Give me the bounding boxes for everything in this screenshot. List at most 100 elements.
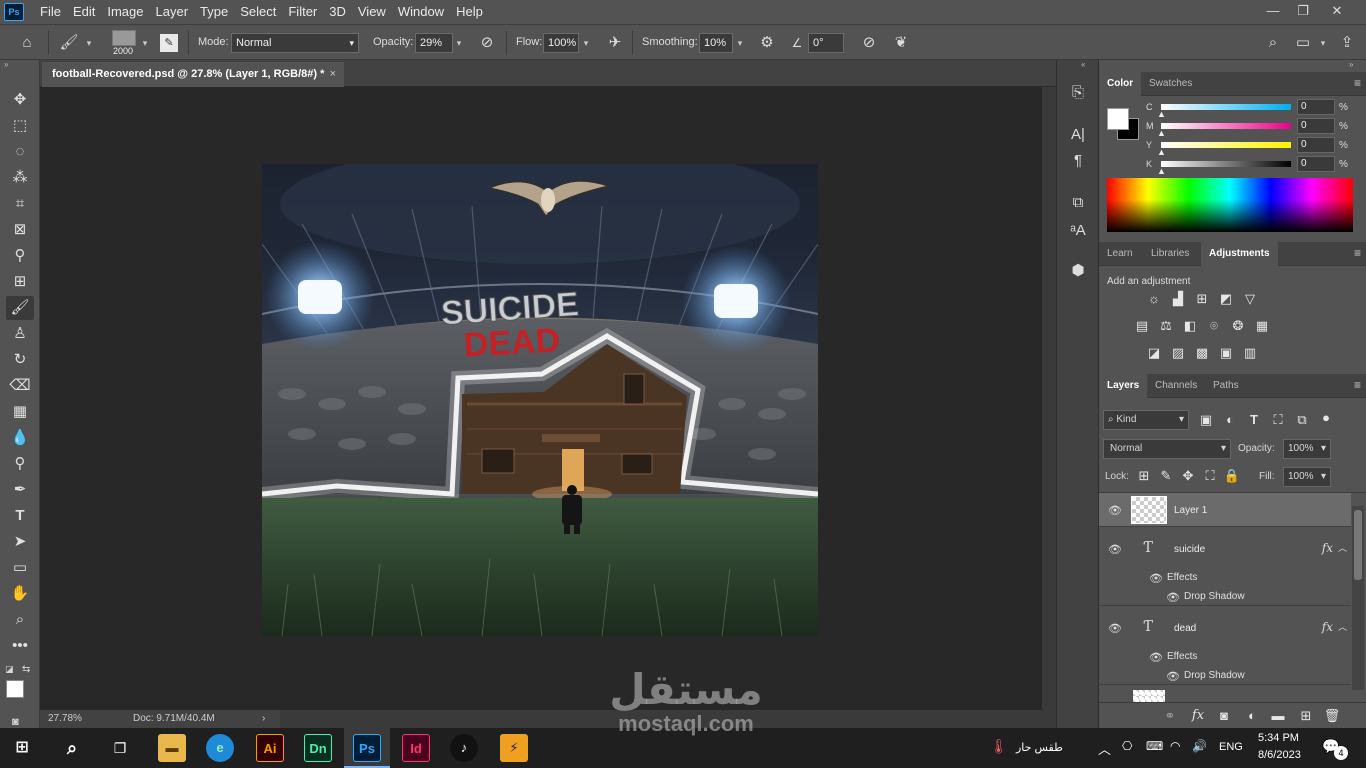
quick-select-tool-icon[interactable]: ⁂ xyxy=(6,166,34,190)
tab-learn[interactable]: Learn xyxy=(1099,242,1141,266)
lock-all-icon[interactable]: 🔒 xyxy=(1223,468,1241,484)
color-lookup-icon[interactable]: ▦ xyxy=(1253,318,1271,334)
character-panel-icon[interactable]: A| xyxy=(1066,124,1090,146)
slider-knob[interactable]: ▲ xyxy=(1157,166,1166,176)
type-tool-icon[interactable]: T xyxy=(6,504,34,528)
add-mask-icon[interactable]: ◙ xyxy=(1215,708,1233,724)
opacity-input[interactable]: 29% xyxy=(415,33,453,53)
brush-tip-preview[interactable] xyxy=(112,30,136,46)
volume-icon[interactable]: 🔊 xyxy=(1192,739,1207,753)
default-colors-icon[interactable]: ◪ xyxy=(5,664,14,675)
stamp-tool-icon[interactable]: ♙ xyxy=(6,322,34,346)
zoom-tool-icon[interactable]: ⌕ xyxy=(6,608,34,632)
healing-tool-icon[interactable]: ⊞ xyxy=(6,270,34,294)
blur-tool-icon[interactable]: 💧 xyxy=(6,426,34,450)
tab-paths[interactable]: Paths xyxy=(1205,374,1247,398)
task-view-icon[interactable]: ❐ xyxy=(106,734,134,762)
channel-value-y[interactable]: 0 xyxy=(1297,137,1335,153)
menu-select[interactable]: Select xyxy=(234,0,282,24)
opacity-dropdown[interactable]: ▾ xyxy=(452,33,466,53)
indesign-icon[interactable]: Id xyxy=(402,734,430,762)
angle-input[interactable]: 0° xyxy=(808,33,844,53)
document-canvas[interactable]: SUICIDE DEAD xyxy=(262,164,818,636)
selective-color-icon[interactable]: ▣ xyxy=(1217,345,1235,361)
visibility-eye-icon[interactable]: 👁 xyxy=(1166,591,1180,604)
hue-saturation-icon[interactable]: ▤ xyxy=(1133,318,1151,334)
layer-opacity-input[interactable]: 100% ▾ xyxy=(1283,439,1331,459)
chevron-up-icon[interactable]: ︿ xyxy=(1338,541,1347,554)
illustrator-icon[interactable]: Ai xyxy=(256,734,284,762)
file-explorer-icon[interactable]: ▬ xyxy=(158,734,186,762)
filter-type-icon[interactable]: T xyxy=(1245,412,1263,428)
channel-slider-m[interactable] xyxy=(1161,123,1291,129)
slider-knob[interactable]: ▲ xyxy=(1157,109,1166,119)
weather-text[interactable]: طقس حار xyxy=(1016,741,1063,754)
close-window-button[interactable]: ✕ xyxy=(1322,2,1352,20)
menu-type[interactable]: Type xyxy=(194,0,234,24)
brush-settings-icon[interactable]: ✎ xyxy=(160,34,178,52)
brush-size-dropdown[interactable]: ▾ xyxy=(138,33,152,53)
menu-layer[interactable]: Layer xyxy=(150,0,195,24)
layer-row-dead[interactable]: 👁 Ƭ dead fx ︿ 👁 Effects 👁 Drop Shadow xyxy=(1099,607,1351,685)
clock-date[interactable]: 8/6/2023 xyxy=(1258,749,1301,761)
edge-icon[interactable]: e xyxy=(206,734,234,762)
collapse-icon[interactable]: » xyxy=(4,60,8,69)
layer-row-suicide[interactable]: 👁 Ƭ suicide fx ︿ 👁 Effects 👁 Drop Shadow xyxy=(1099,528,1351,606)
lock-artboard-icon[interactable]: ⛶ xyxy=(1201,468,1219,484)
move-tool-icon[interactable]: ✥ xyxy=(6,88,34,112)
visibility-eye-icon[interactable]: 👁 xyxy=(1149,651,1163,664)
fx-icon[interactable]: fx xyxy=(1322,620,1333,634)
color-balance-icon[interactable]: ⚖ xyxy=(1157,318,1175,334)
clock-time[interactable]: 5:34 PM xyxy=(1258,732,1299,744)
posterize-icon[interactable]: ▨ xyxy=(1169,345,1187,361)
filter-shape-icon[interactable]: ⛶ xyxy=(1269,412,1287,428)
3d-panel-icon[interactable]: ⬢ xyxy=(1066,260,1090,282)
menu-3d[interactable]: 3D xyxy=(323,0,352,24)
dodge-tool-icon[interactable]: ⚲ xyxy=(6,452,34,476)
rectangle-tool-icon[interactable]: ▭ xyxy=(6,556,34,580)
slider-knob[interactable]: ▲ xyxy=(1157,128,1166,138)
lock-position-icon[interactable]: ✥ xyxy=(1179,468,1197,484)
lock-pixels-transparent-icon[interactable]: ⊞ xyxy=(1135,468,1153,484)
visibility-eye-icon[interactable]: 👁 xyxy=(1166,670,1180,683)
symmetry-icon[interactable]: ❦ xyxy=(890,32,912,54)
properties-panel-icon[interactable]: ⧉ xyxy=(1066,192,1090,214)
fill-input[interactable]: 100% ▾ xyxy=(1283,467,1331,487)
layer-filter-select[interactable]: ⌕ Kind ▾ xyxy=(1103,410,1189,430)
visibility-eye-icon[interactable]: 👁 xyxy=(1108,504,1122,517)
layer-name[interactable]: Layer 1 xyxy=(1174,505,1207,516)
hand-tool-icon[interactable]: ✋ xyxy=(6,582,34,606)
chevron-up-icon[interactable]: ︿ xyxy=(1338,620,1347,633)
menu-help[interactable]: Help xyxy=(450,0,489,24)
menu-file[interactable]: File xyxy=(34,0,67,24)
tab-libraries[interactable]: Libraries xyxy=(1143,242,1197,266)
workspace-dropdown[interactable]: ▾ xyxy=(1316,33,1330,53)
app-icon[interactable]: ⚡ xyxy=(500,734,528,762)
share-icon[interactable]: ⇪ xyxy=(1336,32,1358,54)
search-icon[interactable]: ⌕ xyxy=(58,734,86,762)
wifi-icon[interactable]: ◠ xyxy=(1170,739,1180,753)
add-style-icon[interactable]: fx xyxy=(1189,708,1207,724)
menu-view[interactable]: View xyxy=(352,0,392,24)
vibrance-icon[interactable]: ▽ xyxy=(1241,291,1259,307)
threshold-icon[interactable]: ▩ xyxy=(1193,345,1211,361)
pen-tool-icon[interactable]: ✒ xyxy=(6,478,34,502)
search-icon[interactable]: ⌕ xyxy=(1262,32,1284,54)
workspace-icon[interactable]: ▭ xyxy=(1292,32,1314,54)
lasso-tool-icon[interactable]: ◌ xyxy=(6,140,34,164)
drop-shadow-label[interactable]: Drop Shadow xyxy=(1184,591,1245,602)
levels-icon[interactable]: ▟ xyxy=(1169,291,1187,307)
channel-value-c[interactable]: 0 xyxy=(1297,99,1335,115)
visibility-eye-icon[interactable]: 👁 xyxy=(1108,622,1122,635)
photo-filter-icon[interactable]: ⌾ xyxy=(1205,318,1223,334)
visibility-eye-icon[interactable]: 👁 xyxy=(1149,572,1163,585)
history-panel-icon[interactable]: ⎘ xyxy=(1066,82,1090,104)
channel-slider-y[interactable] xyxy=(1161,142,1291,148)
path-select-tool-icon[interactable]: ➤ xyxy=(6,530,34,554)
drop-shadow-label[interactable]: Drop Shadow xyxy=(1184,670,1245,681)
minimize-button[interactable]: — xyxy=(1258,2,1288,20)
panel-menu-icon[interactable]: ≡ xyxy=(1354,246,1361,260)
tab-layers[interactable]: Layers xyxy=(1099,374,1148,398)
black-white-icon[interactable]: ◧ xyxy=(1181,318,1199,334)
eraser-tool-icon[interactable]: ⌫ xyxy=(6,374,34,398)
